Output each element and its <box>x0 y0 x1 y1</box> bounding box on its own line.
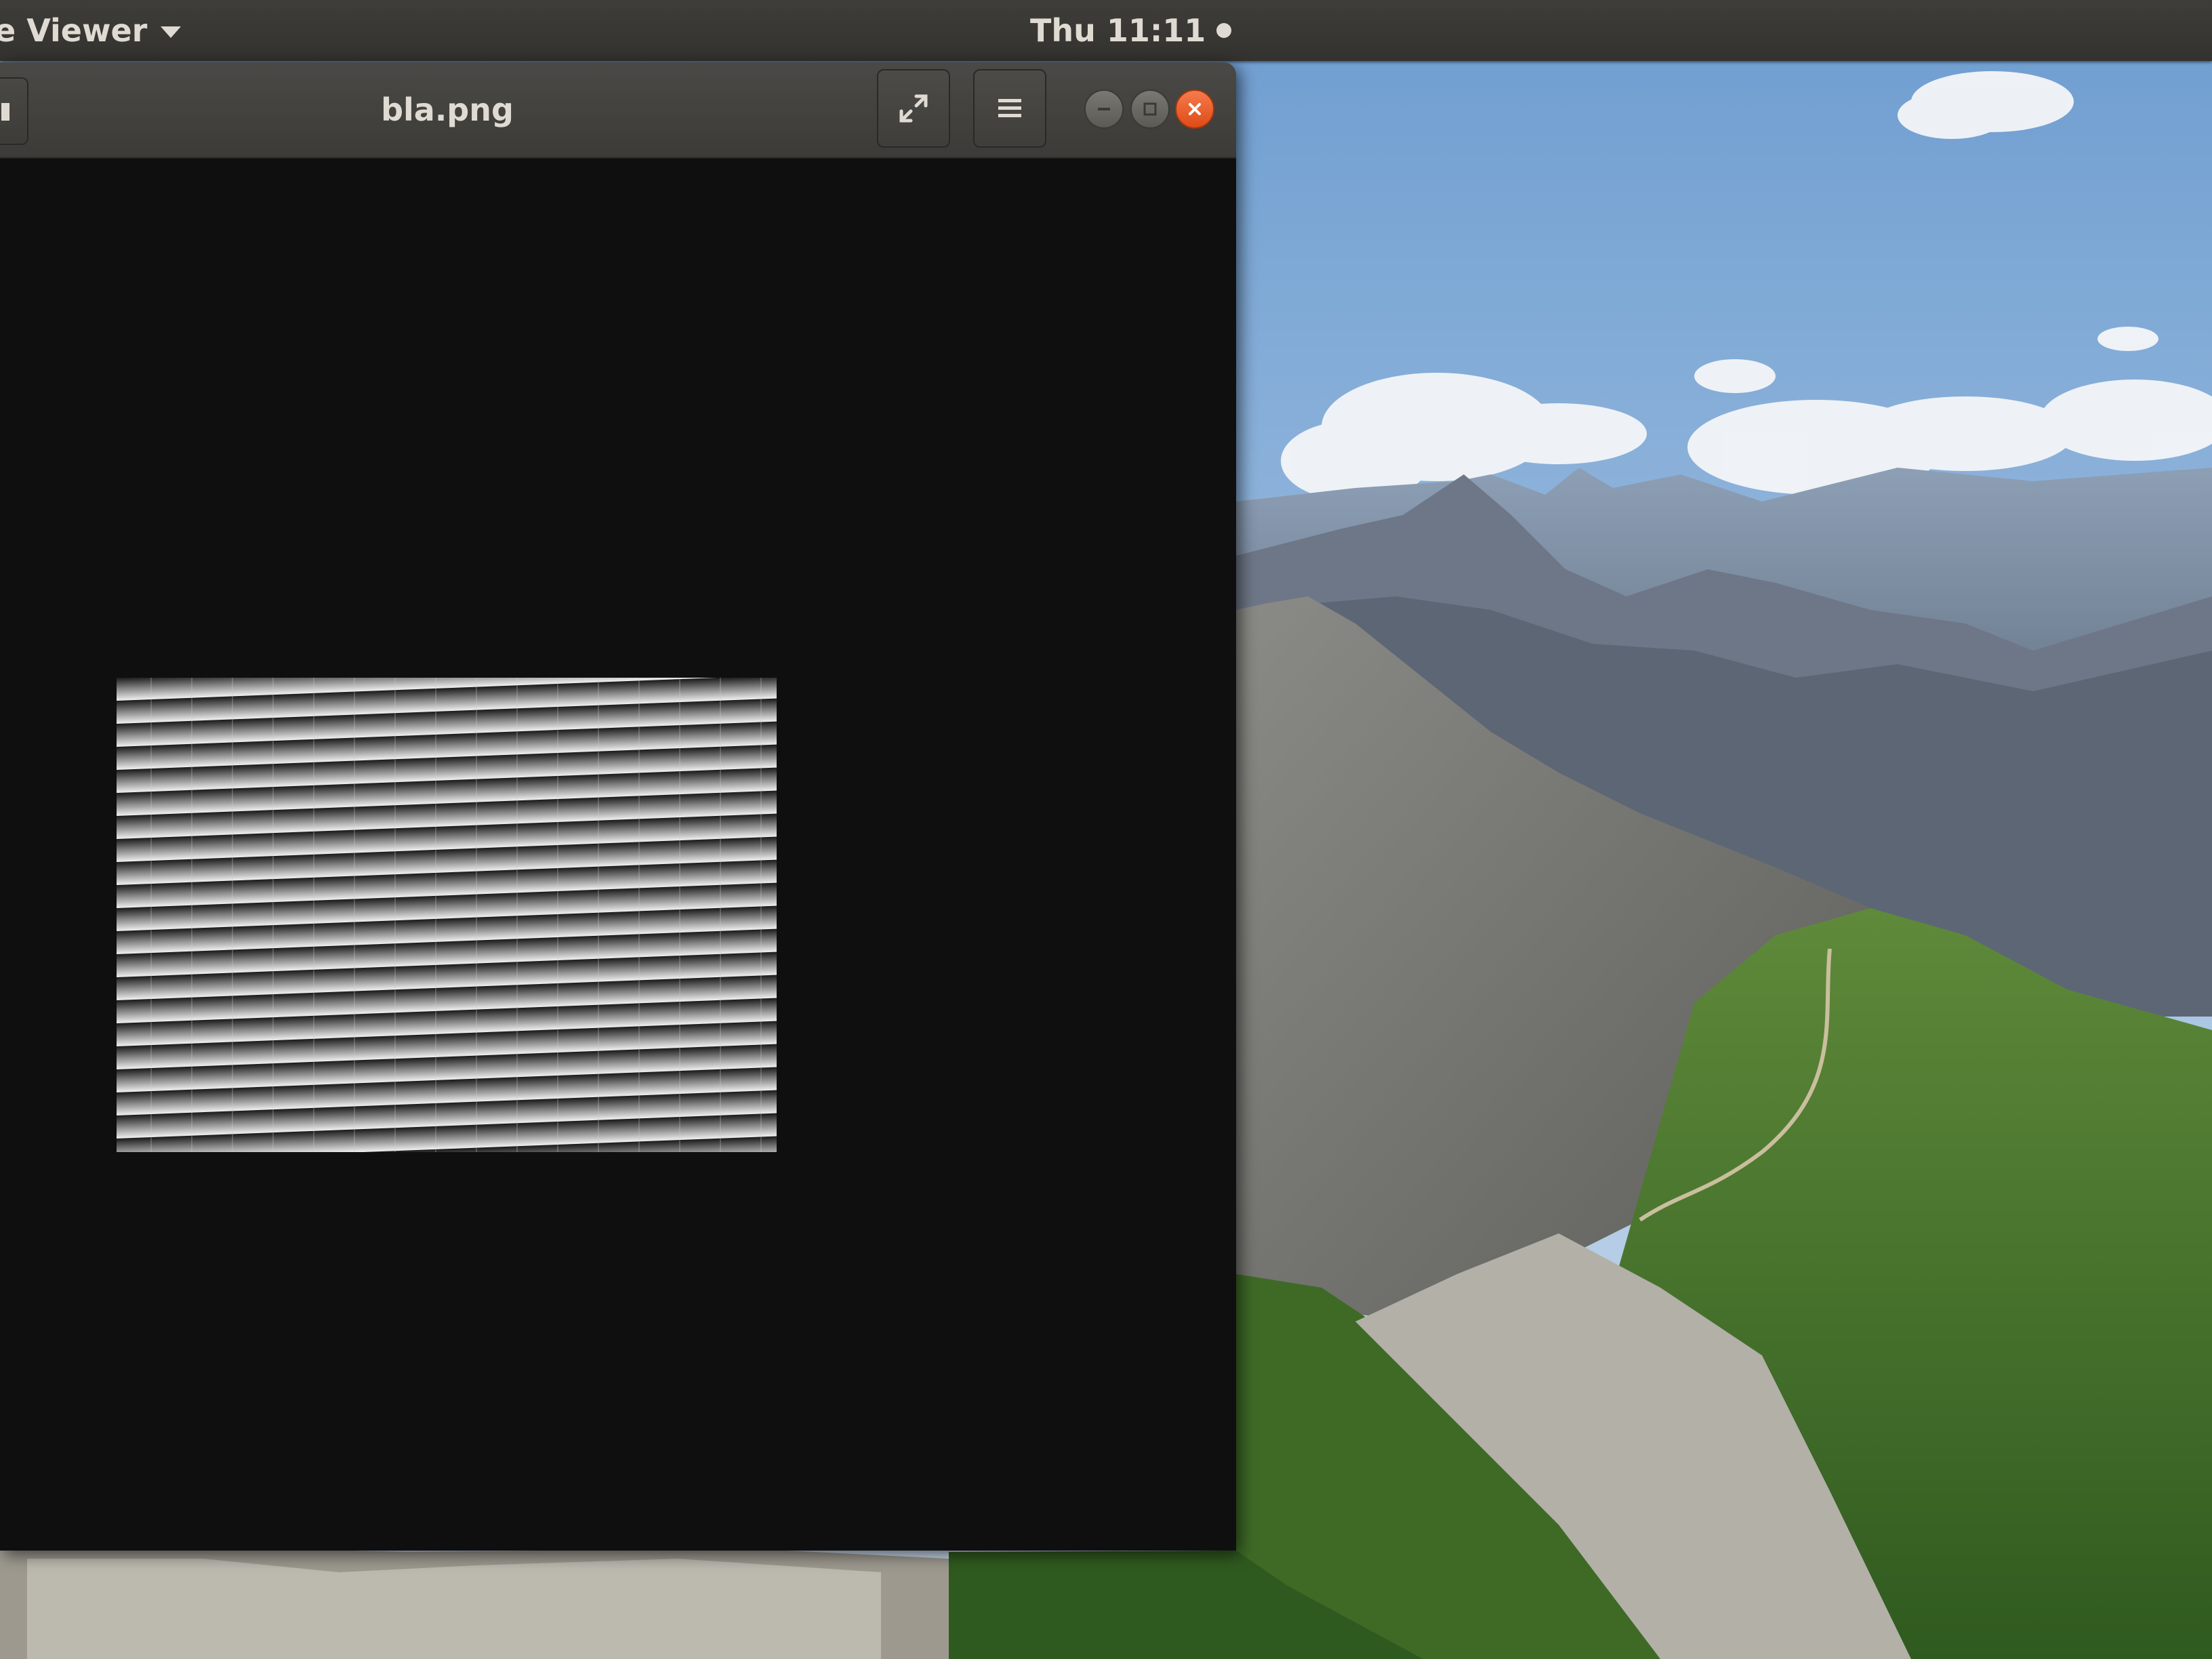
stair-step-line <box>394 678 396 1152</box>
stair-step-line <box>191 678 192 1152</box>
stair-step-line <box>272 678 274 1152</box>
close-icon <box>1189 103 1201 115</box>
clock-menu[interactable]: Thu 11:11 <box>1030 0 1232 61</box>
menu-button[interactable] <box>973 69 1046 148</box>
fullscreen-icon <box>899 94 928 123</box>
maximize-button[interactable] <box>1130 89 1170 129</box>
fullscreen-button[interactable] <box>877 69 950 148</box>
stair-step-line <box>638 678 640 1152</box>
notification-dot-icon <box>1216 23 1232 38</box>
displayed-image <box>117 678 777 1152</box>
stair-step-line <box>476 678 477 1152</box>
stair-step-line <box>760 678 762 1152</box>
minimize-button[interactable] <box>1084 89 1124 129</box>
app-menu-label: e Viewer <box>0 12 148 49</box>
chevron-down-icon <box>161 26 182 38</box>
window-title: bla.png <box>381 91 514 128</box>
window-headerbar[interactable]: bla.png <box>0 62 1236 159</box>
stair-step-line <box>435 678 436 1152</box>
minimize-icon <box>1098 108 1110 110</box>
hamburger-menu-icon <box>998 99 1021 117</box>
stair-step-line <box>232 678 233 1152</box>
maximize-icon <box>1143 102 1157 116</box>
image-canvas[interactable] <box>0 159 1236 1551</box>
stair-step-line <box>720 678 721 1152</box>
stair-step-line <box>313 678 314 1152</box>
stair-step-line <box>557 678 558 1152</box>
image-viewer-window: bla.png <box>0 62 1236 1551</box>
stair-step-line <box>516 678 518 1152</box>
stair-step-line <box>679 678 680 1152</box>
clock-label: Thu 11:11 <box>1030 12 1206 49</box>
close-button[interactable] <box>1175 89 1214 129</box>
app-menu[interactable]: e Viewer <box>0 0 182 61</box>
stair-step-line <box>150 678 152 1152</box>
top-panel: e Viewer Thu 11:11 <box>0 0 2212 61</box>
stair-step-line <box>598 678 599 1152</box>
stair-step-line <box>354 678 355 1152</box>
